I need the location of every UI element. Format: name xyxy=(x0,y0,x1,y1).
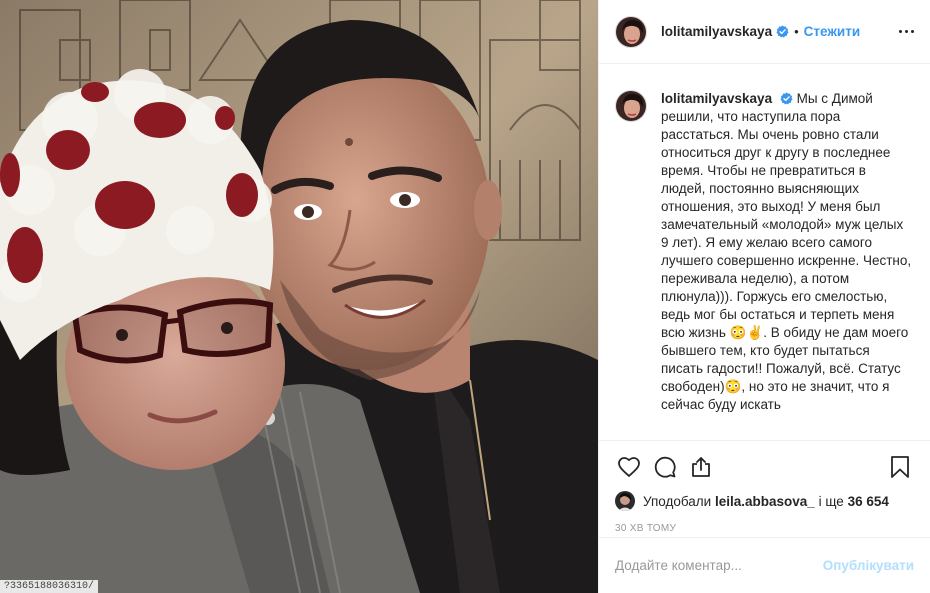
share-button[interactable] xyxy=(687,453,715,481)
post-side-panel: lolitamilyavskaya • Стежити lolitamilyav… xyxy=(598,0,930,593)
avatar-image xyxy=(616,91,646,121)
like-button[interactable] xyxy=(615,453,643,481)
post-actions-area: Уподобали leila.abbasova_ і ще 36 654 30… xyxy=(599,440,930,534)
likes-prefix: Уподобали xyxy=(643,493,712,509)
caption-avatar[interactable] xyxy=(615,90,647,122)
comment-icon xyxy=(654,456,676,478)
post-header: lolitamilyavskaya • Стежити xyxy=(599,0,930,64)
photo-id-overlay: ?3365188036310/ xyxy=(0,580,99,593)
comments-list[interactable]: lolitamilyavskaya Мы с Димой решили, что… xyxy=(599,64,930,440)
comment-button[interactable] xyxy=(651,453,679,481)
more-icon[interactable] xyxy=(899,24,914,39)
caption: lolitamilyavskaya Мы с Димой решили, что… xyxy=(615,90,914,414)
post-timestamp[interactable]: 30 хв тому xyxy=(615,523,914,534)
action-bar xyxy=(615,441,914,493)
separator-dot: • xyxy=(794,24,799,39)
avatar-image xyxy=(616,16,646,47)
follow-button[interactable]: Стежити xyxy=(804,24,860,39)
post-photo[interactable]: ?3365188036310/ xyxy=(0,0,598,593)
photo-illustration xyxy=(0,0,598,593)
likes-count[interactable]: 36 654 xyxy=(848,494,889,509)
publish-button[interactable]: Опублікувати xyxy=(823,558,914,573)
likes-summary: Уподобали leila.abbasova_ і ще 36 654 xyxy=(615,491,914,511)
heart-icon xyxy=(618,457,640,477)
username-link[interactable]: lolitamilyavskaya xyxy=(661,24,772,39)
verified-badge-icon xyxy=(776,25,789,38)
verified-badge-icon xyxy=(780,92,793,105)
comment-input[interactable] xyxy=(615,558,823,573)
avatar[interactable] xyxy=(615,15,647,48)
avatar-image xyxy=(615,491,635,511)
liker-avatar[interactable] xyxy=(615,491,635,511)
caption-body: Мы с Димой решили, что наступила пора ра… xyxy=(661,91,912,412)
likes-middle: і ще xyxy=(818,493,844,509)
caption-text: lolitamilyavskaya Мы с Димой решили, что… xyxy=(661,90,913,414)
add-comment-form: Опублікувати xyxy=(599,537,930,593)
save-button[interactable] xyxy=(886,453,914,481)
bookmark-icon xyxy=(891,456,909,478)
share-icon xyxy=(692,457,710,477)
likes-user-link[interactable]: leila.abbasova_ xyxy=(715,494,815,509)
caption-username-link[interactable]: lolitamilyavskaya xyxy=(661,91,772,106)
